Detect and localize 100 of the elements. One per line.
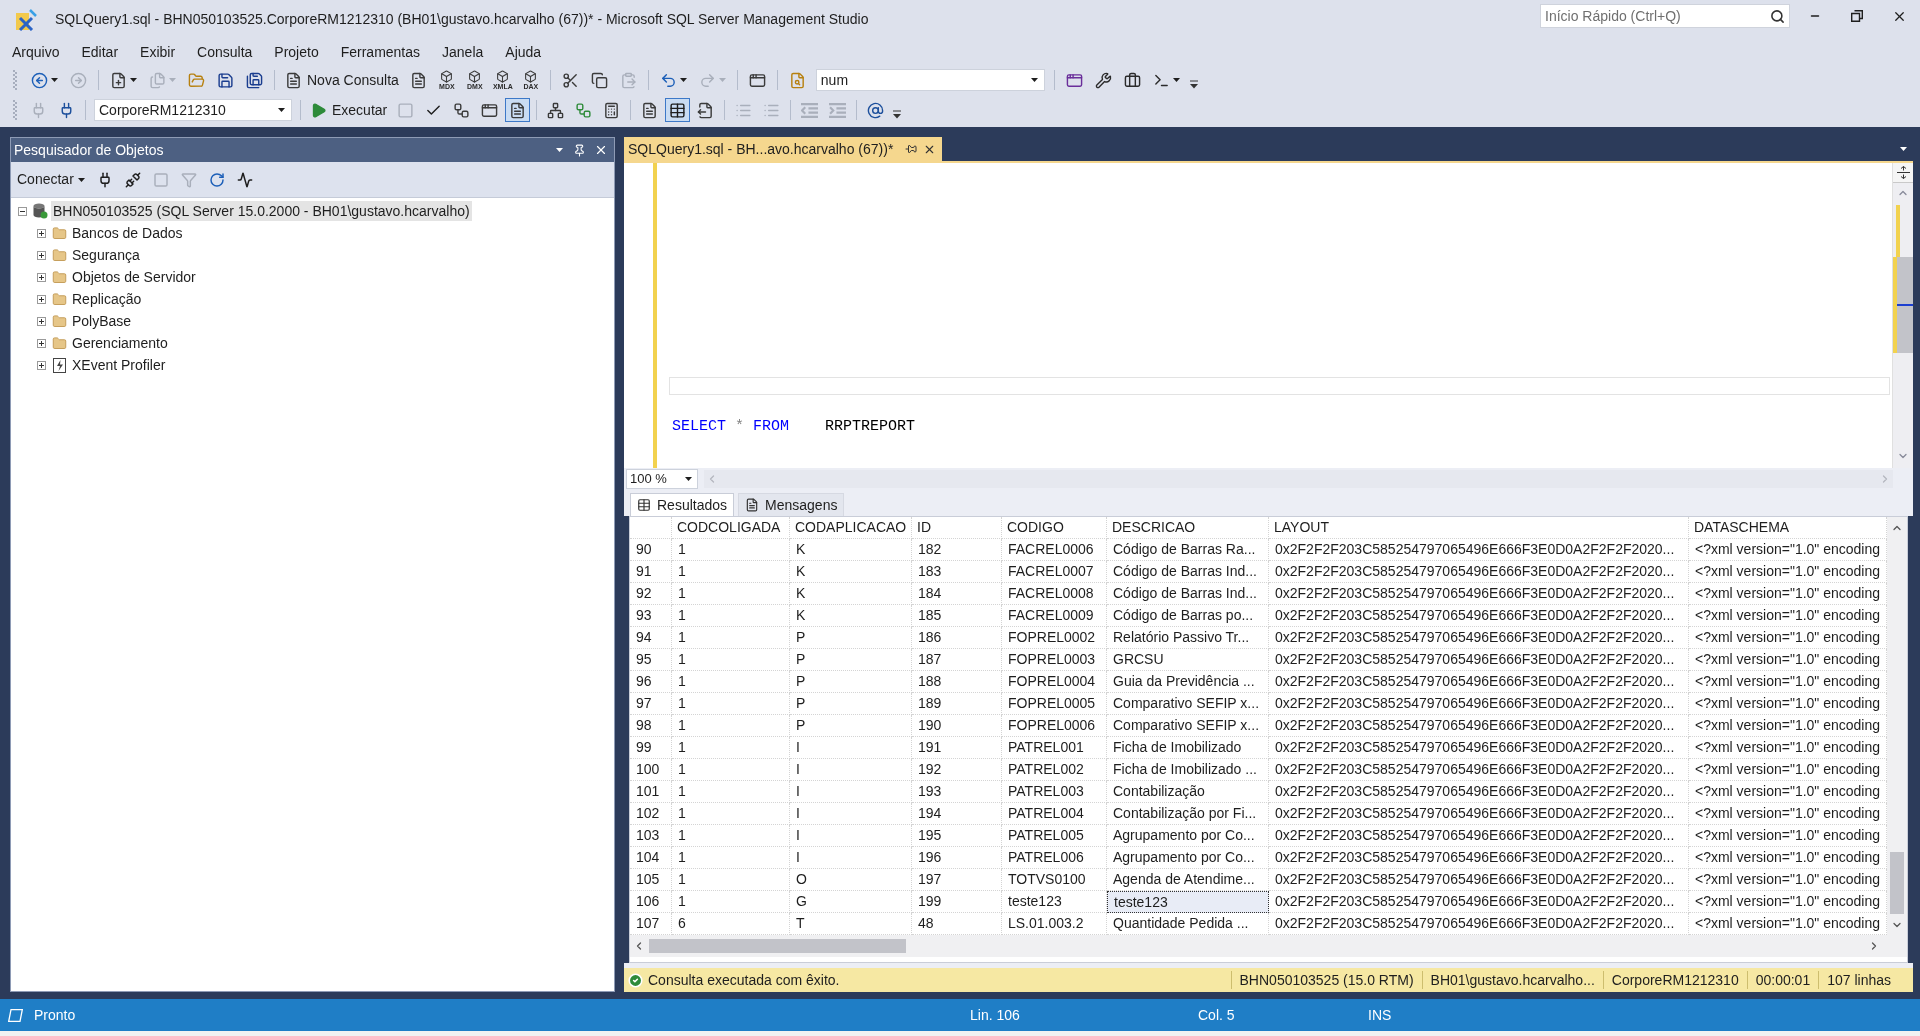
tree-item[interactable]: Segurança [70, 245, 142, 265]
pin-icon[interactable] [905, 143, 918, 155]
table-cell: FACREL0009 [1002, 605, 1107, 627]
horizontal-scrollbar[interactable] [630, 935, 1907, 957]
dropdown-field[interactable]: num [815, 69, 1045, 91]
table-cell: 1 [672, 627, 790, 649]
scrollbar-thumb[interactable] [1897, 257, 1913, 353]
table-cell: 197 [912, 869, 1002, 891]
table-cell: 0x2F2F2F203C585254797065496E666F3E0D0A2F2F2F2020... [1269, 539, 1689, 561]
menu-item[interactable]: Projeto [263, 41, 330, 63]
table-cell: <?xml version="1.0" encoding [1689, 583, 1887, 605]
table-cell: P [790, 649, 912, 671]
close-icon[interactable] [594, 143, 608, 157]
expand-icon[interactable] [37, 250, 46, 260]
file-output-icon [697, 101, 715, 119]
expand-icon[interactable] [37, 272, 46, 282]
caret-icon[interactable] [1030, 78, 1038, 82]
toggle-button[interactable] [665, 98, 691, 122]
grip-icon[interactable] [13, 70, 17, 90]
grip-icon[interactable] [13, 100, 17, 120]
tree-item[interactable]: Gerenciamento [70, 333, 170, 353]
menu-item[interactable]: Editar [70, 41, 130, 63]
expand-icon[interactable] [37, 338, 46, 348]
tree-item[interactable]: XEvent Profiler [70, 355, 168, 375]
cursor-line: Lin. 106 [970, 1005, 1021, 1025]
expand-icon[interactable] [37, 360, 46, 370]
zoom-dropdown[interactable]: 100 % [626, 469, 698, 489]
status-item: 107 linhas [1818, 971, 1899, 989]
scrollbar-thumb[interactable] [649, 939, 906, 953]
menu-item[interactable]: Ajuda [494, 41, 553, 63]
table-cell: 0x2F2F2F203C585254797065496E666F3E0D0A2F2F2F2020... [1269, 649, 1689, 671]
success-icon [628, 972, 643, 988]
collapse-icon[interactable] [18, 206, 27, 216]
calculator-icon [603, 101, 621, 119]
window-icon [1065, 71, 1083, 89]
pin-icon[interactable] [573, 143, 586, 157]
menu-item[interactable]: Exibir [129, 41, 187, 63]
document-tab[interactable]: SQLQuery1.sql - BH...avo.hcarvalho (67))* [624, 137, 943, 161]
open-folder-icon [188, 71, 205, 89]
vertical-scrollbar[interactable] [1887, 517, 1907, 935]
outdent-icon [801, 101, 819, 119]
table-cell: <?xml version="1.0" encoding [1689, 891, 1887, 913]
files-icon [149, 71, 166, 89]
caret-icon[interactable] [685, 477, 692, 481]
table-cell: FACREL0006 [1002, 539, 1107, 561]
connect-button[interactable]: Conectar [15, 167, 87, 192]
toggle-button[interactable] [505, 98, 531, 122]
table-cell: G [790, 891, 912, 913]
lightning-document-icon [53, 357, 66, 373]
app-logo-icon [15, 8, 37, 31]
overflow-icon[interactable] [1189, 79, 1198, 89]
table-cell: <?xml version="1.0" encoding [1689, 715, 1887, 737]
table-cell: 189 [912, 693, 1002, 715]
caret-icon[interactable] [556, 148, 563, 152]
search-icon[interactable] [1770, 9, 1785, 24]
dropdown-field[interactable]: CorporeRM1212310 [94, 99, 292, 121]
expand-icon[interactable] [37, 316, 46, 326]
tree-item[interactable]: Bancos de Dados [70, 223, 185, 243]
expand-icon[interactable] [37, 294, 46, 304]
toolbar-button[interactable]: Executar [307, 98, 391, 122]
folder-icon [52, 247, 67, 263]
table-cell: 0x2F2F2F203C585254797065496E666F3E0D0A2F2F2F2020... [1269, 913, 1689, 935]
menu-item[interactable]: Arquivo [1, 41, 71, 63]
table-cell: 183 [912, 561, 1002, 583]
table-cell: K [790, 605, 912, 627]
tree-item[interactable]: Objetos de Servidor [70, 267, 198, 287]
table-cell: I [790, 781, 912, 803]
parallelogram-icon[interactable] [8, 1008, 23, 1022]
tree-item[interactable]: PolyBase [70, 311, 134, 331]
caret-icon[interactable] [278, 108, 285, 112]
results-tab[interactable]: Mensagens [738, 493, 845, 516]
split-icon[interactable] [1896, 166, 1910, 179]
table-cell: 1 [672, 539, 790, 561]
menu-item[interactable]: Ferramentas [329, 41, 432, 63]
restore-icon[interactable] [1851, 10, 1863, 22]
table-cell: 0x2F2F2F203C585254797065496E666F3E0D0A2F2F2F2020... [1269, 561, 1689, 583]
refresh-icon [208, 171, 225, 188]
results-tab[interactable]: Resultados [630, 493, 735, 516]
overflow-icon[interactable] [893, 109, 902, 119]
table-cell: P [790, 693, 912, 715]
clipboard-icon [619, 71, 637, 89]
expand-icon[interactable] [37, 228, 46, 238]
table-cell: 188 [912, 671, 1002, 693]
table-cell: FACREL0007 [1002, 561, 1107, 583]
table-cell: I [790, 759, 912, 781]
table-cell: <?xml version="1.0" encoding [1689, 561, 1887, 583]
flowchart-icon [547, 101, 565, 119]
table-cell: LS.01.003.2 [1002, 913, 1107, 935]
cube-icon [440, 70, 454, 83]
quick-launch-field[interactable]: Início Rápido (Ctrl+Q) [1540, 4, 1790, 28]
menu-item[interactable]: Consulta [186, 41, 264, 63]
tree-item[interactable]: BHN050103525 (SQL Server 15.0.2000 - BH01\gustavo.hcarvalho) [51, 201, 472, 221]
vertical-scrollbar[interactable] [1892, 163, 1913, 468]
toolbar-button[interactable]: Nova Consulta [282, 68, 402, 92]
tree-item[interactable]: Replicação [70, 289, 144, 309]
caret-icon[interactable] [1900, 147, 1907, 151]
menu-item[interactable]: Janela [431, 41, 495, 63]
scrollbar-thumb[interactable] [1890, 852, 1904, 914]
table-cell: 0x2F2F2F203C585254797065496E666F3E0D0A2F2F2F2020... [1269, 759, 1689, 781]
scissors-icon [561, 71, 579, 89]
